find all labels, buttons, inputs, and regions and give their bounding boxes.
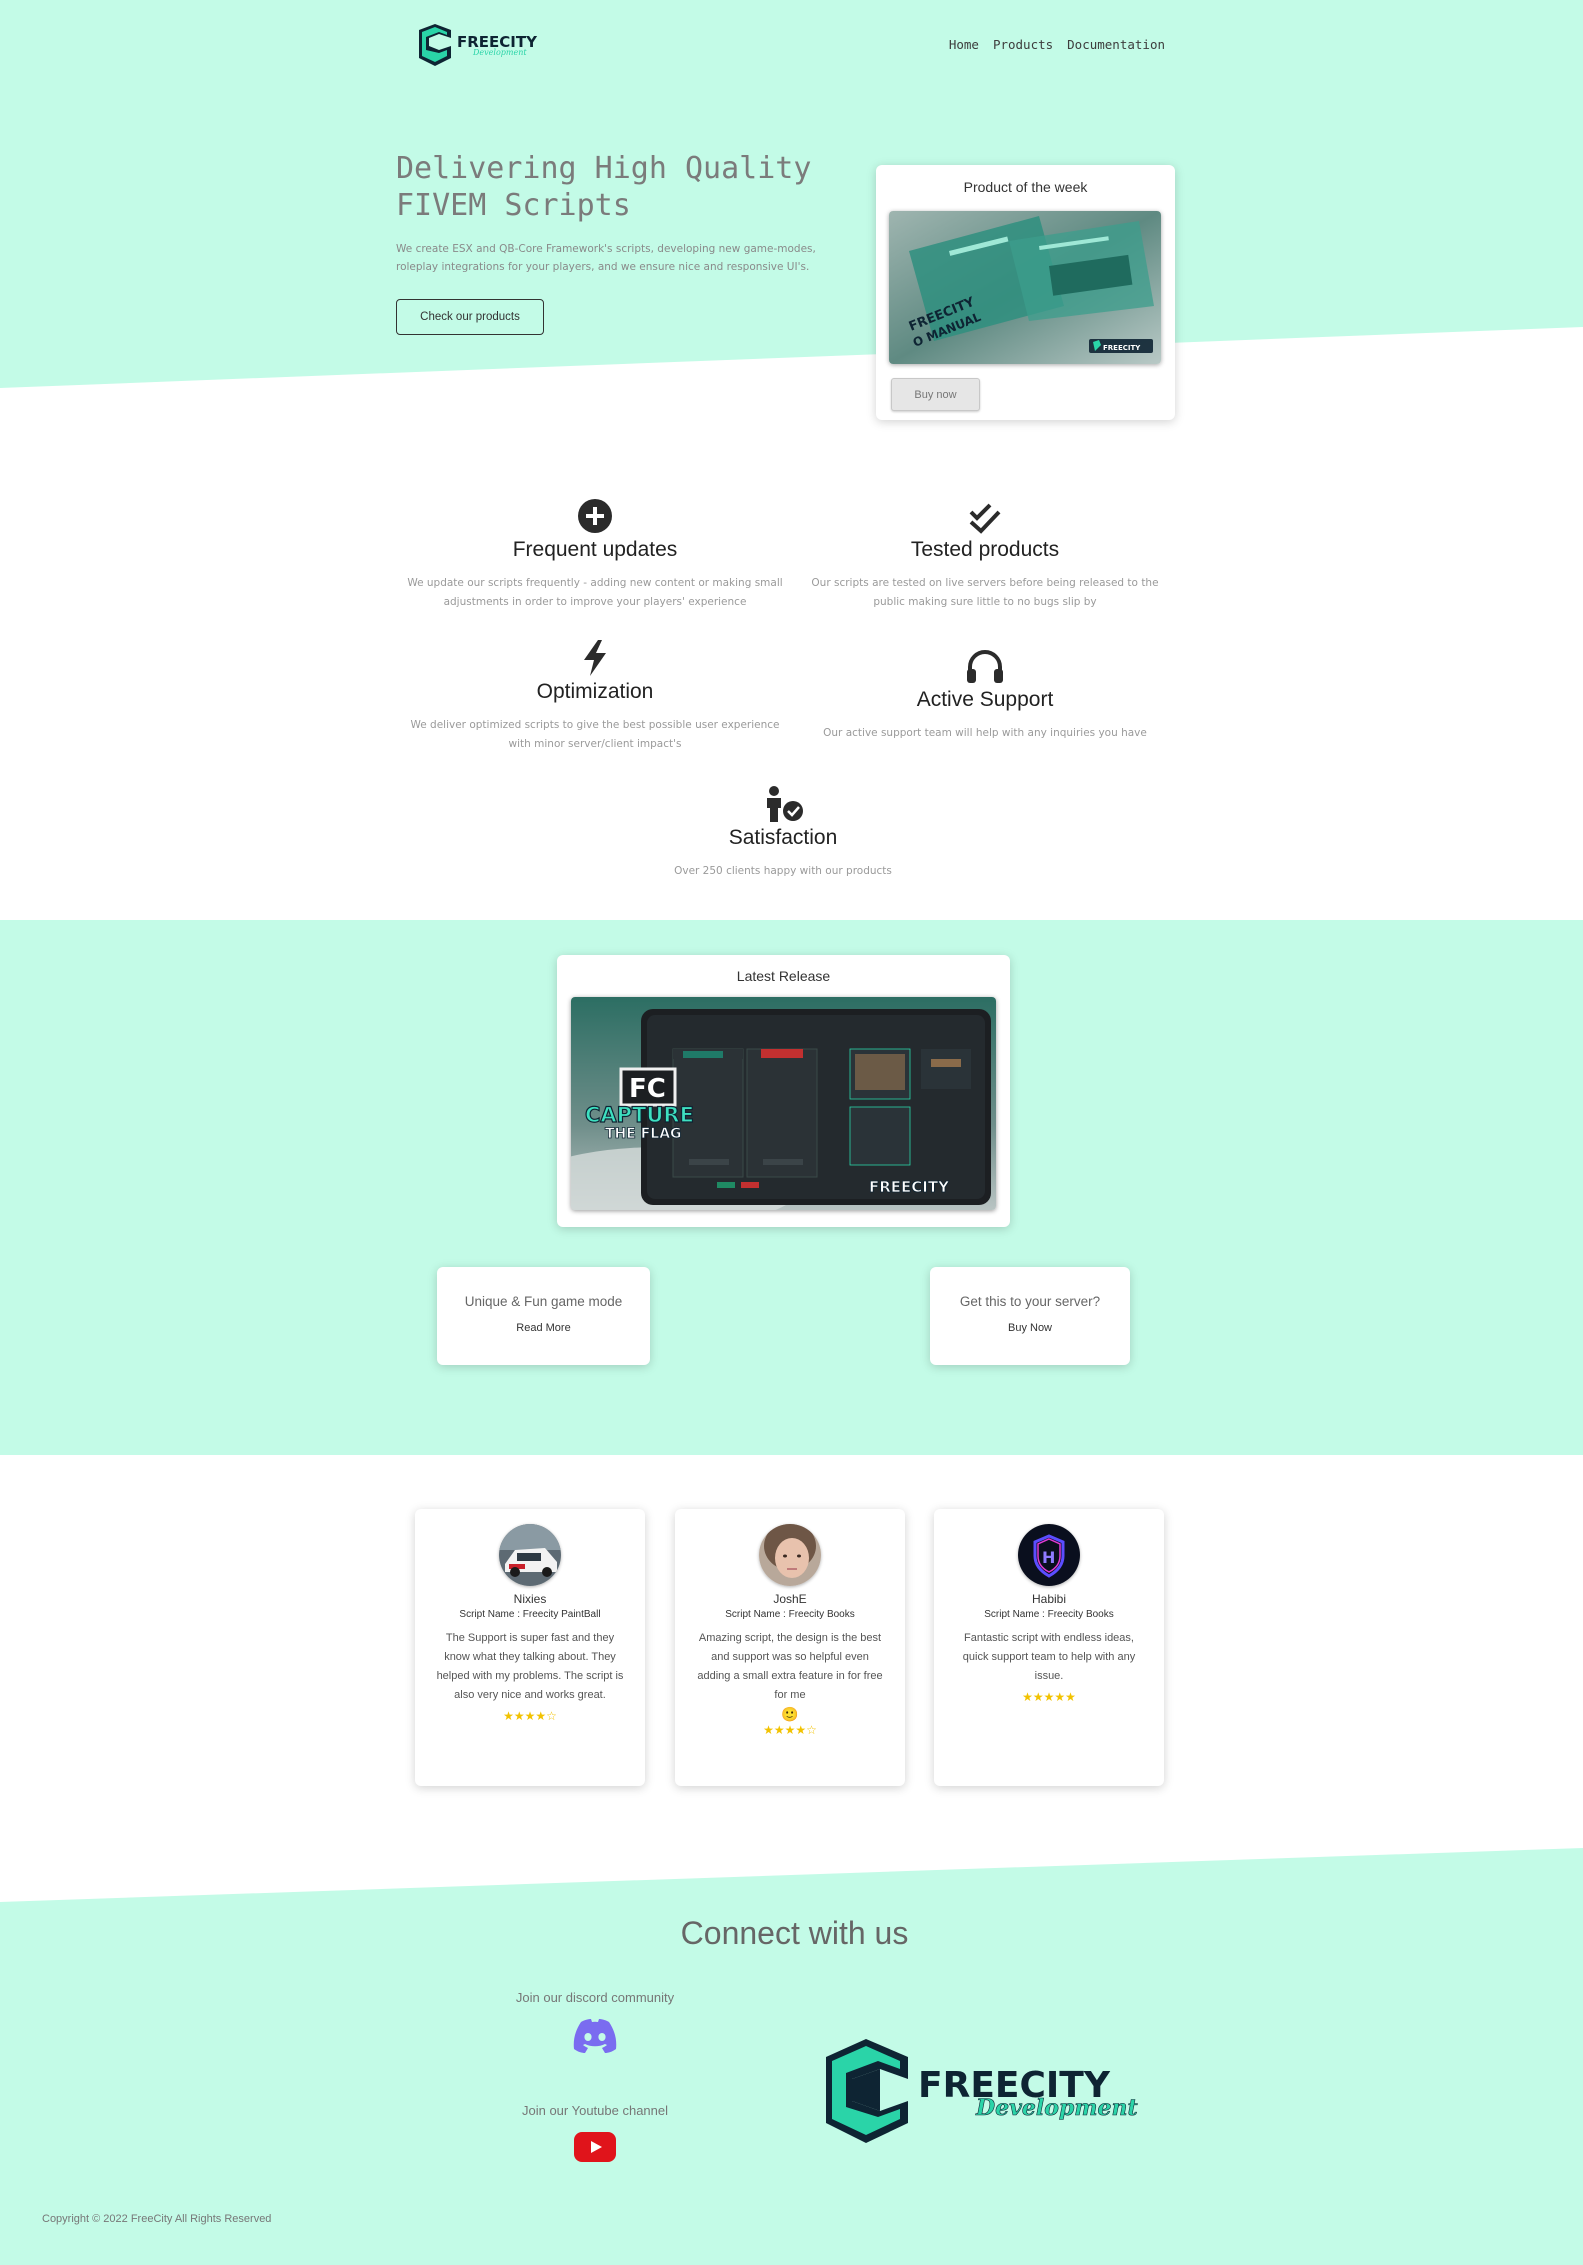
freecity-development-logo[interactable]: FREECITY Development	[818, 2035, 1163, 2145]
product-of-week-title: Product of the week	[963, 179, 1088, 195]
testimonial-card: JoshE Script Name : Freecity Books Amazi…	[675, 1509, 905, 1786]
svg-text:FREECITY: FREECITY	[869, 1178, 950, 1196]
avatar: H	[1018, 1524, 1080, 1586]
nav-documentation-link[interactable]: Documentation	[1067, 37, 1165, 52]
feature-text: We deliver optimized scripts to give the…	[410, 719, 780, 750]
discord-icon[interactable]	[572, 2018, 618, 2054]
latest-release-image[interactable]: FC CAPTURE THE FLAG FREECITY	[571, 997, 996, 1210]
feature-frequent-updates: Frequent updates We update our scripts f…	[405, 496, 785, 612]
plus-circle-icon	[578, 499, 612, 533]
svg-text:THE FLAG: THE FLAG	[605, 1126, 682, 1142]
headphones-icon	[967, 650, 1003, 683]
avatar	[499, 1524, 561, 1586]
get-to-server-card: Get this to your server? Buy Now	[930, 1267, 1130, 1365]
unique-game-mode-card: Unique & Fun game mode Read More	[437, 1267, 650, 1365]
check-products-button[interactable]: Check our products	[396, 299, 544, 335]
feature-satisfaction: Satisfaction Over 250 clients happy with…	[593, 784, 973, 881]
discord-label: Join our discord community	[515, 1990, 675, 2005]
top-nav: Home Products Documentation	[949, 37, 1165, 52]
testimonial-text: Amazing script, the design is the best a…	[695, 1629, 885, 1723]
hero-description: We create ESX and QB-Core Framework's sc…	[396, 243, 816, 273]
testimonial-script: Script Name : Freecity PaintBall	[459, 1609, 601, 1620]
person-check-icon	[767, 786, 803, 822]
latest-release-card: Latest Release FC CAPTURE THE FLAG FREEC…	[557, 955, 1010, 1227]
testimonial-card: H Habibi Script Name : Freecity Books Fa…	[934, 1509, 1164, 1786]
mini-card-title: Get this to your server?	[959, 1294, 1101, 1309]
star-rating: ★★★★☆	[503, 1709, 557, 1723]
svg-text:FREECITY: FREECITY	[1103, 344, 1141, 352]
smile-emoji-icon: 🙂	[781, 1706, 799, 1722]
product-of-week-card: Product of the week FREECITY O MANUAL FR…	[876, 165, 1175, 420]
buy-now-link[interactable]: Buy Now	[1008, 1322, 1052, 1334]
avatar	[759, 1524, 821, 1586]
mini-card-title: Unique & Fun game mode	[464, 1294, 623, 1309]
feature-text: Our scripts are tested on live servers b…	[811, 577, 1159, 608]
latest-release-title: Latest Release	[736, 968, 831, 984]
feature-title: Active Support	[916, 688, 1054, 711]
product-image[interactable]: FREECITY O MANUAL FREECITY	[889, 211, 1161, 364]
testimonial-card: Nixies Script Name : Freecity PaintBall …	[415, 1509, 645, 1786]
star-rating: ★★★★☆	[763, 1723, 817, 1737]
nav-products-link[interactable]: Products	[993, 37, 1053, 52]
feature-text: Over 250 clients happy with our products	[674, 865, 892, 877]
nav-home-link[interactable]: Home	[949, 37, 979, 52]
testimonial-text: Fantastic script with endless ideas, qui…	[962, 1632, 1136, 1682]
footer-background	[0, 1848, 1583, 2265]
youtube-label: Join our Youtube channel	[521, 2103, 668, 2118]
feature-text: Our active support team will help with a…	[823, 727, 1147, 739]
double-check-icon	[969, 503, 1001, 534]
testimonial-script: Script Name : Freecity Books	[984, 1609, 1114, 1620]
feature-optimization: Optimization We deliver optimized script…	[405, 638, 785, 754]
star-rating: ★★★★★	[1022, 1690, 1076, 1704]
feature-active-support: Active Support Our active support team w…	[795, 646, 1175, 743]
connect-title: Connect with us	[680, 1915, 909, 1951]
read-more-link[interactable]: Read More	[516, 1322, 570, 1334]
feature-title: Tested products	[910, 538, 1060, 561]
freecity-logo[interactable]: FREECITY Development	[415, 22, 565, 68]
hero-title: Delivering High Quality FIVEM Scripts	[396, 151, 812, 223]
feature-title: Satisfaction	[728, 826, 838, 849]
testimonial-name: Habibi	[1031, 1592, 1067, 1606]
lightning-bolt-icon	[584, 640, 606, 676]
svg-text:CAPTURE: CAPTURE	[585, 1103, 694, 1127]
feature-tested-products: Tested products Our scripts are tested o…	[795, 496, 1175, 612]
youtube-icon[interactable]	[574, 2132, 616, 2162]
testimonial-name: Nixies	[513, 1592, 547, 1606]
svg-text:H: H	[1042, 1548, 1055, 1567]
svg-text:FC: FC	[629, 1074, 666, 1104]
feature-title: Optimization	[536, 680, 654, 703]
buy-now-button[interactable]: Buy now	[891, 378, 980, 411]
testimonial-name: JoshE	[773, 1592, 807, 1606]
testimonial-text: The Support is super fast and they know …	[436, 1632, 624, 1701]
feature-title: Frequent updates	[512, 538, 678, 561]
copyright-text: Copyright © 2022 FreeCity All Rights Res…	[42, 2213, 272, 2225]
logo-subtext: Development	[472, 48, 527, 57]
testimonial-script: Script Name : Freecity Books	[725, 1609, 855, 1620]
feature-text: We update our scripts frequently - addin…	[407, 577, 783, 608]
footer-logo-subtext: Development	[975, 2095, 1138, 2121]
